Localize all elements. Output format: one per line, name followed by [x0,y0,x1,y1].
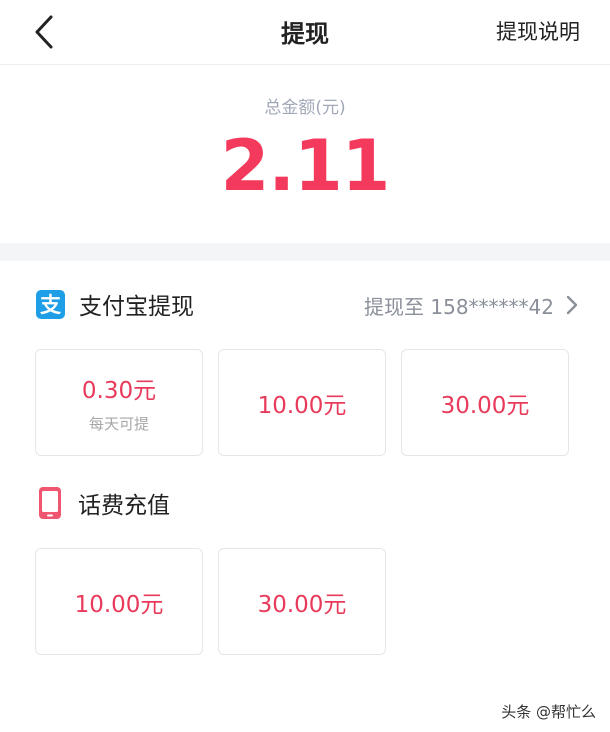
withdraw-destination-selector[interactable]: 提现至 158******42 [364,289,580,321]
withdraw-destination-account: 提现至 158******42 [364,294,554,319]
alipay-option-30-00[interactable]: 30.00元 [401,349,569,456]
total-amount-value: 2.11 [220,125,391,207]
chevron-left-icon [35,15,53,49]
option-amount: 30.00元 [440,392,530,419]
alipay-option-10-00[interactable]: 10.00元 [218,349,386,456]
top-navigation-bar: 提现 提现说明 [0,0,610,65]
phone-topup-section-header: 话费充值 [36,485,170,521]
option-amount: 30.00元 [257,591,347,618]
alipay-icon: 支 [36,289,65,319]
total-amount-label: 总金额(元) [264,98,346,118]
phone-icon [36,486,64,520]
option-amount: 10.00元 [257,392,347,419]
withdraw-instructions-link[interactable]: 提现说明 [496,16,580,46]
alipay-section-title: 支付宝提现 [79,294,194,320]
phone-topup-section-title: 话费充值 [78,493,170,519]
section-divider [0,243,610,261]
topup-option-30-00[interactable]: 30.00元 [218,548,386,655]
chevron-right-icon [566,295,580,315]
watermark: 头条 @帮忙么 [501,703,596,721]
option-note: 每天可提 [88,415,149,433]
topup-option-10-00[interactable]: 10.00元 [35,548,203,655]
alipay-option-0-30[interactable]: 0.30元 每天可提 [35,349,203,456]
back-button[interactable] [22,10,66,54]
option-amount: 10.00元 [74,591,164,618]
alipay-section-header: 支 支付宝提现 [36,286,194,322]
balance-panel: 总金额(元) 2.11 [0,65,610,243]
option-amount: 0.30元 [81,378,157,404]
